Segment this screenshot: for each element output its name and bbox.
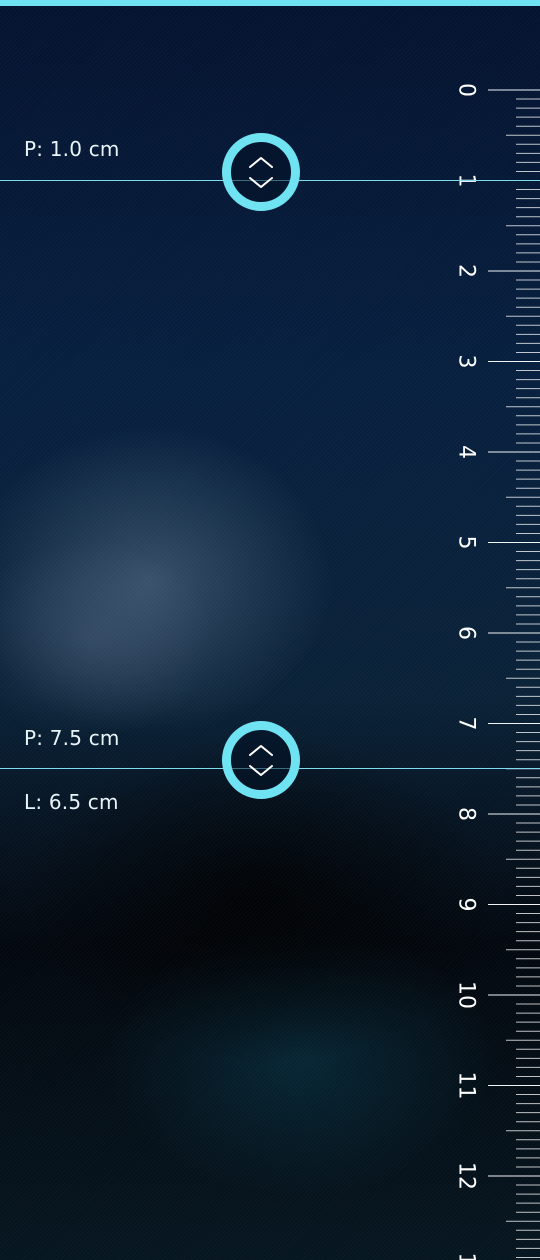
ruler-tick-label: 10 — [454, 981, 479, 1009]
ruler-tick-label: 6 — [454, 626, 479, 640]
marker-top-position-label: P: 1.0 cm — [24, 137, 120, 161]
ruler-tick-label: 9 — [454, 898, 479, 912]
ruler-tick-label: 12 — [454, 1162, 479, 1190]
marker-bottom-drag-handle[interactable] — [222, 721, 300, 799]
marker-top-drag-handle[interactable] — [222, 133, 300, 211]
chevron-up-down-icon — [249, 745, 273, 776]
ruler-tick-label: 5 — [454, 536, 479, 550]
marker-bottom-position-label: P: 7.5 cm — [24, 726, 120, 750]
chevron-up-down-icon — [249, 157, 273, 188]
ruler-tick-label: 7 — [454, 717, 479, 731]
ruler-tick-label: 11 — [454, 1072, 479, 1100]
ruler-tick-label: 0 — [454, 83, 479, 97]
ruler-tick-label: 4 — [454, 445, 479, 459]
measured-length-label: L: 6.5 cm — [24, 790, 119, 814]
ruler-tick-label: 13 — [454, 1253, 479, 1260]
ruler-tick-label: 2 — [454, 264, 479, 278]
ruler-tick-label: 8 — [454, 807, 479, 821]
ruler-tick-label: 3 — [454, 355, 479, 369]
